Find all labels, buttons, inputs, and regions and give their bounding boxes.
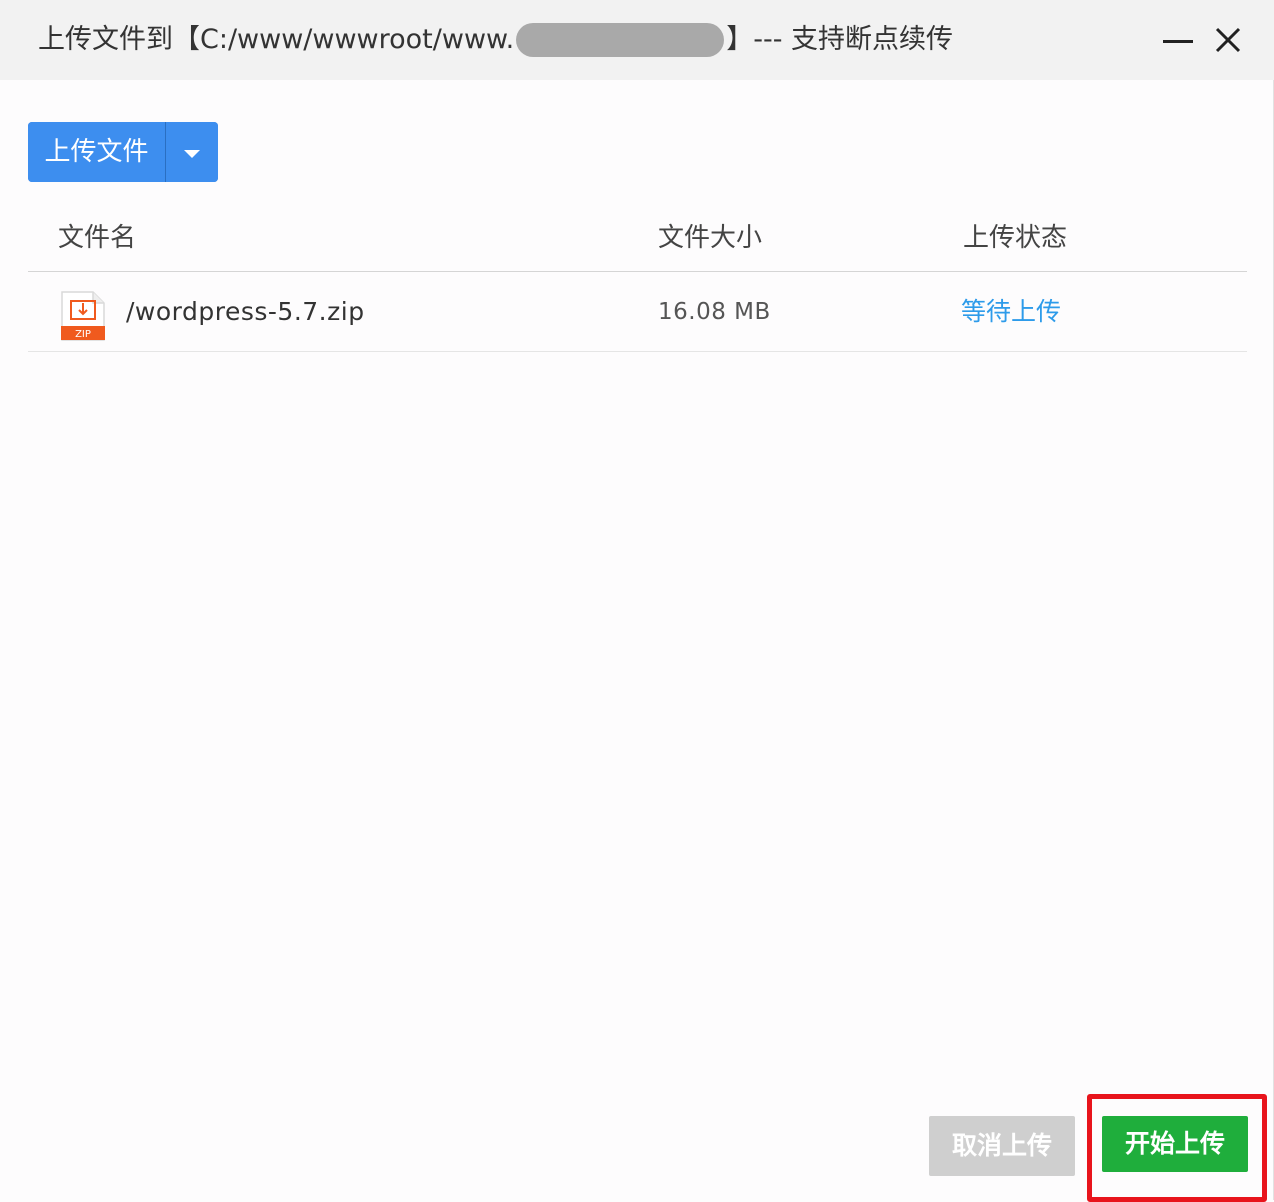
upload-file-button[interactable]: 上传文件 xyxy=(28,122,166,182)
close-icon xyxy=(1215,27,1241,53)
redacted-mask xyxy=(516,23,725,57)
file-size: 16.08 MB xyxy=(658,299,771,325)
column-header-size: 文件大小 xyxy=(658,223,763,253)
zip-file-icon: ZIP xyxy=(61,291,105,341)
title-bar: 上传文件到【C:/www/wwwroot/www. 】--- 支持断点续传 xyxy=(0,0,1274,80)
close-button[interactable] xyxy=(1210,22,1246,58)
start-upload-button[interactable]: 开始上传 xyxy=(1102,1116,1248,1172)
window-title: 上传文件到【C:/www/wwwroot/www. 】--- 支持断点续传 xyxy=(38,22,953,58)
svg-text:ZIP: ZIP xyxy=(75,329,91,340)
upload-dropdown-button[interactable] xyxy=(166,122,218,182)
upload-dialog: 上传文件到【C:/www/wwwroot/www. 】--- 支持断点续传 上传… xyxy=(0,0,1274,1202)
title-prefix: 上传文件到【C:/www/wwwroot/www. xyxy=(38,24,515,55)
column-header-name: 文件名 xyxy=(58,223,137,253)
column-header-status: 上传状态 xyxy=(963,223,1068,253)
table-header: 文件名 文件大小 上传状态 xyxy=(28,205,1247,272)
file-table: 文件名 文件大小 上传状态 ZIP /wordpress-5.7.zip 16.… xyxy=(28,205,1247,352)
file-name: /wordpress-5.7.zip xyxy=(126,297,365,326)
upload-status: 等待上传 xyxy=(961,297,1062,326)
cancel-upload-button[interactable]: 取消上传 xyxy=(929,1116,1075,1176)
title-suffix: 】--- 支持断点续传 xyxy=(726,24,954,55)
table-row: ZIP /wordpress-5.7.zip 16.08 MB 等待上传 xyxy=(28,272,1247,352)
upload-split-button: 上传文件 xyxy=(28,122,218,182)
minimize-button[interactable] xyxy=(1160,22,1196,58)
